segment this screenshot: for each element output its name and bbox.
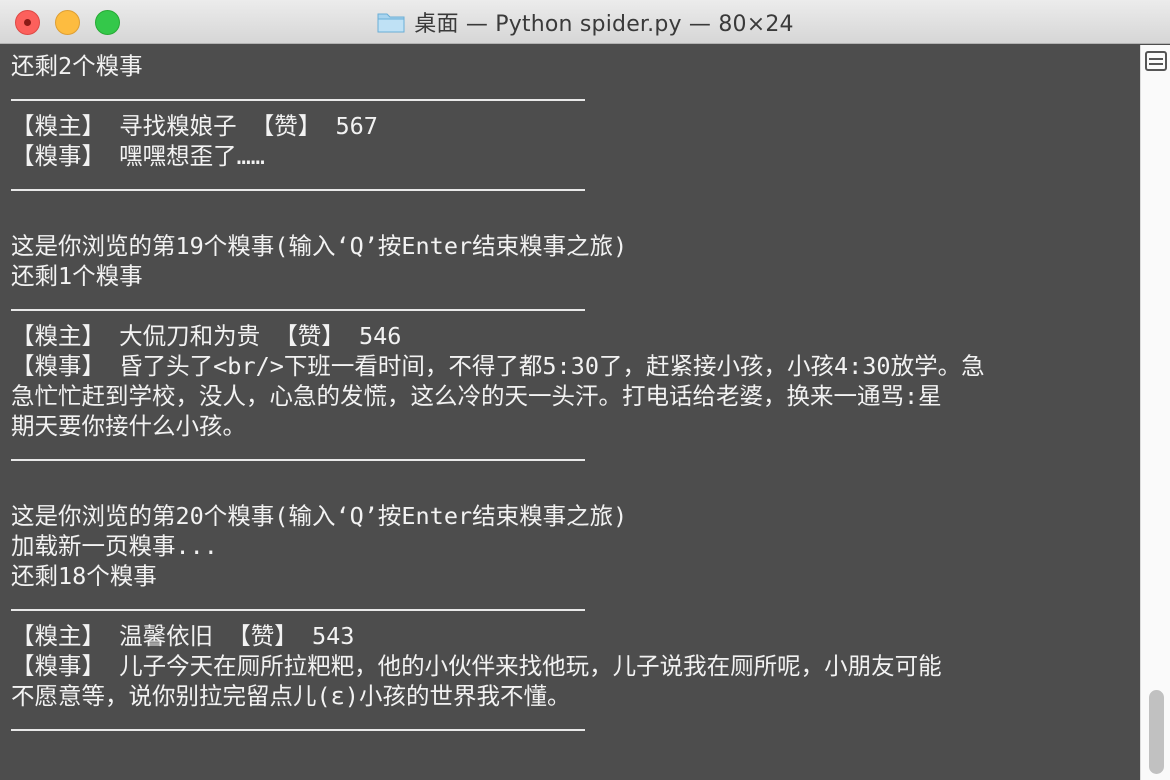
terminal-line: 还剩18个糗事 — [11, 562, 157, 590]
separator-line — [11, 591, 1140, 621]
separator-line — [11, 711, 1140, 741]
terminal-line: 【糗主】 寻找糗娘子 【赞】 567 — [11, 112, 378, 140]
window-title: 桌面 — Python spider.py — 80×24 — [414, 12, 794, 37]
title-bar[interactable]: 桌面 — Python spider.py — 80×24 — [0, 0, 1170, 44]
separator-line — [11, 441, 1140, 471]
terminal-line: 这是你浏览的第20个糗事(输入‘Q’按Enter结束糗事之旅) — [11, 502, 628, 530]
separator-line — [11, 81, 1140, 111]
terminal-window: 桌面 — Python spider.py — 80×24 还剩2个糗事【糗主】… — [0, 0, 1170, 780]
terminal-line: 还剩2个糗事 — [11, 52, 143, 80]
terminal-output[interactable]: 还剩2个糗事【糗主】 寻找糗娘子 【赞】 567 【糗事】 嘿嘿想歪了…… 这是你浏… — [0, 45, 1140, 780]
window-title-area: 桌面 — Python spider.py — 80×24 — [0, 0, 1170, 44]
folder-icon — [376, 10, 406, 34]
separator-line — [11, 291, 1140, 321]
terminal-line: 【糗事】 嘿嘿想歪了…… — [11, 142, 265, 170]
terminal-line: 【糗主】 大侃刀和为贵 【赞】 546 — [11, 322, 402, 350]
terminal-line: 不愿意等，说你别拉完留点儿(ε)小孩的世界我不懂。 — [11, 682, 571, 710]
terminal-line: 急忙忙赶到学校，没人，心急的发慌，这么冷的天一头汗。打电话给老婆，换来一通骂:星 — [11, 382, 942, 410]
terminal-line: 【糗主】 温馨依旧 【赞】 543 — [11, 622, 355, 650]
terminal-line: 【糗事】 儿子今天在厕所拉粑粑，他的小伙伴来找他玩，儿子说我在厕所呢，小朋友可能 — [11, 652, 942, 680]
split-pane-icon[interactable] — [1145, 51, 1167, 71]
terminal-line: 还剩1个糗事 — [11, 262, 143, 290]
terminal-line: 这是你浏览的第19个糗事(输入‘Q’按Enter结束糗事之旅) — [11, 232, 628, 260]
scrollbar-thumb[interactable] — [1149, 690, 1164, 774]
separator-line — [11, 171, 1140, 201]
terminal-line: 期天要你接什么小孩。 — [11, 412, 246, 440]
terminal-line: 【糗事】 昏了头了<br/>下班一看时间，不得了都5:30了，赶紧接小孩，小孩4… — [11, 352, 985, 380]
vertical-scrollbar[interactable] — [1140, 45, 1170, 780]
terminal-line: 加载新一页糗事... — [11, 532, 218, 560]
